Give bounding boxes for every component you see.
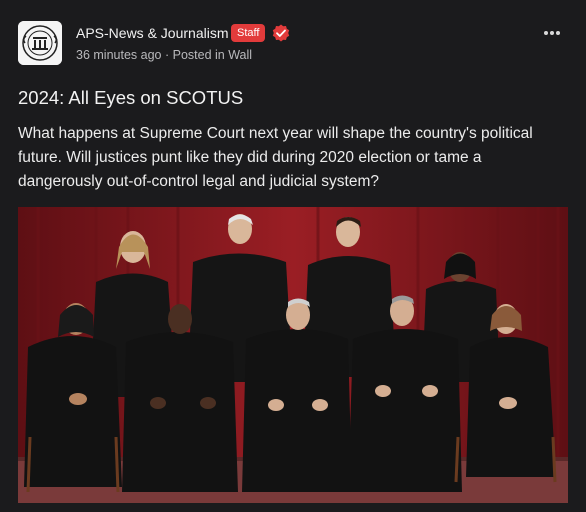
author-name[interactable]: APS-News & Journalism — [76, 25, 229, 41]
author-avatar[interactable] — [18, 21, 62, 65]
post-meta: 36 minutes ago · Posted in Wall — [76, 48, 252, 62]
post-body: What happens at Supreme Court next year … — [18, 125, 533, 190]
post-photo[interactable] — [18, 207, 568, 503]
post-title: 2024: All Eyes on SCOTUS — [18, 87, 244, 108]
supreme-court-justices-photo — [18, 207, 568, 503]
post-time: 36 minutes ago — [76, 48, 162, 62]
staff-badge: Staff — [231, 24, 266, 42]
meta-separator: · — [164, 48, 170, 62]
news-seal-logo — [18, 21, 62, 65]
verified-check-icon — [272, 24, 290, 42]
more-options-icon[interactable] — [544, 30, 560, 36]
post-card: APS-News & Journalism Staff 36 minutes a… — [0, 0, 586, 512]
posted-in-link[interactable]: Posted in Wall — [173, 48, 252, 62]
